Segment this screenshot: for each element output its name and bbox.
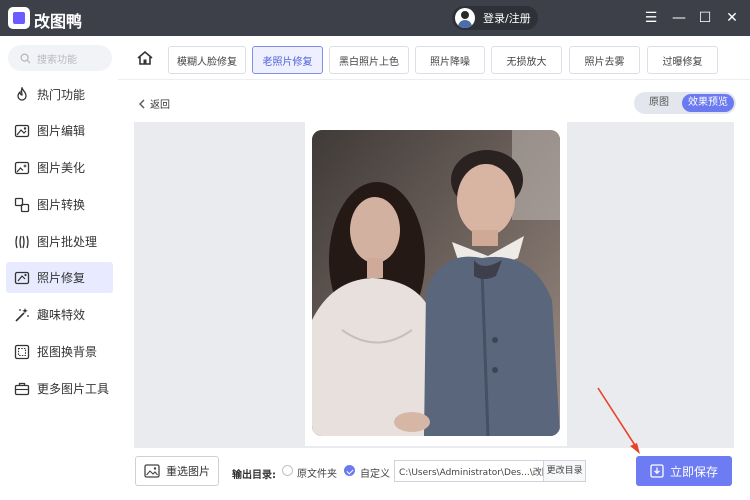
main-panel: 返回 原图 效果预览 重选图片 输出目录: 原文件夹 自定义 C:\Users\… (118, 80, 750, 500)
cutout-icon (14, 344, 30, 359)
search-placeholder: 搜索功能 (37, 54, 77, 66)
sidebar-item-image-beautify[interactable]: 图片美化 (6, 152, 113, 183)
view-original-button[interactable]: 原图 (636, 94, 682, 112)
sidebar-item-image-edit[interactable]: 图片编辑 (6, 115, 113, 146)
tab-dehaze[interactable]: 照片去雾 (569, 46, 640, 74)
sidebar-item-more-tools[interactable]: 更多图片工具 (6, 373, 113, 404)
sidebar-item-label: 趣味特效 (37, 308, 86, 322)
avatar (455, 8, 475, 28)
sidebar-item-image-convert[interactable]: 图片转换 (6, 189, 113, 220)
sidebar-item-cutout[interactable]: 抠图换背景 (6, 336, 113, 367)
sidebar-item-hot[interactable]: 热门功能 (6, 79, 113, 110)
image-beautify-icon (14, 161, 30, 174)
save-now-button[interactable]: 立即保存 (636, 456, 732, 486)
toolbox-icon (14, 382, 30, 395)
output-dir-label: 输出目录: (232, 470, 276, 481)
radio-custom[interactable] (344, 465, 355, 476)
reselect-label: 重选图片 (166, 465, 210, 478)
chevron-left-icon (139, 99, 145, 108)
sidebar-item-label: 图片批处理 (37, 235, 98, 249)
tab-overexposure-repair[interactable]: 过曝修复 (647, 46, 718, 74)
image-convert-icon (14, 197, 30, 212)
sidebar-item-label: 热门功能 (37, 88, 86, 102)
login-label: 登录/注册 (483, 12, 531, 25)
restored-photo (312, 130, 560, 436)
radio-custom-label: 自定义 (360, 469, 390, 480)
sidebar-item-label: 抠图换背景 (37, 345, 98, 359)
tab-bw-colorize[interactable]: 黑白照片上色 (329, 46, 409, 74)
preview-area (134, 122, 734, 448)
sidebar-item-label: 图片转换 (37, 198, 86, 212)
sidebar-item-label: 更多图片工具 (37, 382, 110, 396)
view-toggle: 原图 效果预览 (634, 92, 736, 114)
change-dir-button[interactable]: 更改目录 (543, 461, 585, 481)
reselect-image-button[interactable]: 重选图片 (135, 456, 219, 486)
sidebar-item-label: 图片美化 (37, 161, 86, 175)
sidebar-item-label: 图片编辑 (37, 124, 86, 138)
app-logo-icon (8, 7, 30, 29)
tab-blur-face-repair[interactable]: 模糊人脸修复 (168, 46, 246, 74)
login-button[interactable]: 登录/注册 (452, 6, 538, 30)
photo-repair-icon (14, 271, 30, 284)
sidebar-item-label: 照片修复 (37, 271, 86, 285)
image-edit-icon (14, 124, 30, 137)
output-path-field[interactable]: C:\Users\Administrator\Des...\改图鸭 更改目录 (394, 460, 586, 482)
title-bar: 改图鸭 登录/注册 ☰ — ☐ ✕ (0, 0, 750, 36)
search-input[interactable]: 搜索功能 (8, 45, 112, 71)
close-button[interactable]: ✕ (722, 8, 742, 28)
search-icon (20, 52, 31, 64)
tab-denoise[interactable]: 照片降噪 (415, 46, 485, 74)
back-label: 返回 (150, 100, 170, 111)
batch-icon (15, 235, 29, 248)
magic-wand-icon (15, 307, 29, 322)
back-button[interactable]: 返回 (138, 96, 170, 111)
download-icon (650, 464, 664, 478)
image-icon (144, 464, 160, 478)
sidebar-item-batch[interactable]: 图片批处理 (6, 226, 113, 257)
menu-icon[interactable]: ☰ (641, 8, 661, 28)
save-now-label: 立即保存 (669, 464, 718, 479)
sidebar-item-fun-effects[interactable]: 趣味特效 (6, 299, 113, 330)
radio-source-folder-label: 原文件夹 (297, 469, 337, 480)
sidebar: 搜索功能 热门功能 图片编辑 图片美化 图片转换 图片批处理 照片修复 趣味特效… (0, 36, 118, 500)
radio-source-folder[interactable] (282, 465, 293, 476)
home-icon[interactable] (136, 50, 154, 66)
tab-lossless-upscale[interactable]: 无损放大 (491, 46, 562, 74)
output-path-value: C:\Users\Administrator\Des...\改图鸭 (399, 467, 543, 478)
photo-frame (305, 122, 567, 446)
feature-tabs: 模糊人脸修复 老照片修复 黑白照片上色 照片降噪 无损放大 照片去雾 过曝修复 (118, 36, 750, 80)
flame-icon (17, 86, 27, 101)
restored-photo-image (312, 130, 560, 436)
sidebar-item-photo-repair[interactable]: 照片修复 (6, 262, 113, 293)
minimize-button[interactable]: — (669, 8, 689, 28)
tab-old-photo-repair[interactable]: 老照片修复 (252, 46, 323, 74)
maximize-button[interactable]: ☐ (695, 8, 715, 28)
app-title: 改图鸭 (34, 12, 83, 31)
view-effect-button[interactable]: 效果预览 (682, 94, 734, 112)
